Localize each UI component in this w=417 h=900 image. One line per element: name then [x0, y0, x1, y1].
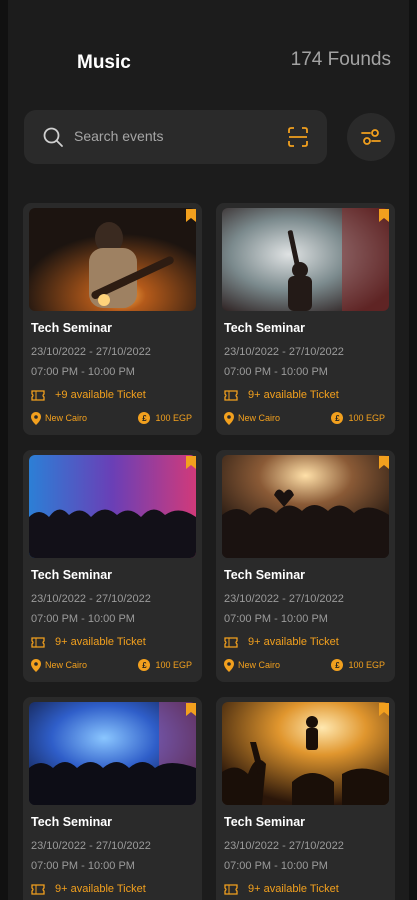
event-location: New Cairo — [224, 658, 280, 672]
event-image — [222, 702, 389, 805]
ticket-icon — [224, 636, 238, 648]
ticket-availability: 9+ available Ticket — [31, 881, 146, 897]
event-title: Tech Seminar — [224, 321, 306, 335]
page-title: Music — [77, 52, 131, 73]
event-card[interactable]: Tech Seminar 23/10/2022 - 27/10/2022 07:… — [23, 203, 202, 435]
location-pin-icon — [224, 658, 234, 672]
location-pin-icon — [31, 411, 41, 425]
price-text: 100 EGP — [348, 660, 385, 670]
filter-icon — [361, 129, 381, 145]
event-location: New Cairo — [31, 411, 87, 425]
bookmark-icon[interactable] — [186, 703, 196, 716]
price-text: 100 EGP — [348, 413, 385, 423]
ticket-text: 9+ available Ticket — [248, 389, 339, 401]
event-card[interactable]: Tech Seminar 23/10/2022 - 27/10/2022 07:… — [216, 697, 395, 900]
event-title: Tech Seminar — [224, 815, 306, 829]
screen-edge-right — [409, 0, 417, 900]
location-pin-icon — [31, 658, 41, 672]
event-title: Tech Seminar — [224, 568, 306, 582]
location-text: New Cairo — [45, 660, 88, 670]
bookmark-icon[interactable] — [379, 456, 389, 469]
ticket-availability: 9+ available Ticket — [224, 634, 339, 650]
event-title: Tech Seminar — [31, 568, 113, 582]
ticket-availability: 9+ available Ticket — [224, 387, 339, 403]
event-title: Tech Seminar — [31, 321, 113, 335]
event-times: 07:00 PM - 10:00 PM — [224, 860, 328, 872]
event-dates: 23/10/2022 - 27/10/2022 — [31, 840, 151, 852]
header: Music 174 Founds — [0, 40, 417, 80]
event-times: 07:00 PM - 10:00 PM — [31, 366, 135, 378]
event-image — [222, 208, 389, 311]
location-text: New Cairo — [238, 660, 281, 670]
currency-icon: £ — [331, 412, 344, 424]
event-image — [29, 702, 196, 805]
location-pin-icon — [224, 411, 234, 425]
event-card[interactable]: Tech Seminar 23/10/2022 - 27/10/2022 07:… — [23, 450, 202, 682]
search-icon — [43, 127, 63, 147]
ticket-icon — [31, 883, 45, 895]
event-dates: 23/10/2022 - 27/10/2022 — [31, 346, 151, 358]
event-image — [222, 455, 389, 558]
ticket-icon — [31, 389, 45, 401]
event-dates: 23/10/2022 - 27/10/2022 — [224, 346, 344, 358]
ticket-text: 9+ available Ticket — [248, 883, 339, 895]
event-card[interactable]: Tech Seminar 23/10/2022 - 27/10/2022 07:… — [216, 203, 395, 435]
ticket-availability: 9+ available Ticket — [224, 881, 339, 897]
event-title: Tech Seminar — [31, 815, 113, 829]
event-times: 07:00 PM - 10:00 PM — [31, 613, 135, 625]
location-text: New Cairo — [238, 413, 281, 423]
price-text: 100 EGP — [155, 660, 192, 670]
ticket-text: 9+ available Ticket — [248, 636, 339, 648]
event-image — [29, 208, 196, 311]
ticket-icon — [224, 389, 238, 401]
currency-icon: £ — [331, 659, 344, 671]
currency-icon: £ — [138, 412, 151, 424]
event-location: New Cairo — [31, 658, 87, 672]
event-dates: 23/10/2022 - 27/10/2022 — [31, 593, 151, 605]
ticket-icon — [224, 883, 238, 895]
event-times: 07:00 PM - 10:00 PM — [31, 860, 135, 872]
ticket-text: 9+ available Ticket — [55, 883, 146, 895]
event-price: £ 100 EGP — [138, 658, 192, 672]
bookmark-icon[interactable] — [379, 209, 389, 222]
bookmark-icon[interactable] — [379, 703, 389, 716]
results-count: 174 Founds — [290, 49, 391, 70]
bookmark-icon[interactable] — [186, 209, 196, 222]
event-dates: 23/10/2022 - 27/10/2022 — [224, 840, 344, 852]
bookmark-icon[interactable] — [186, 456, 196, 469]
price-text: 100 EGP — [155, 413, 192, 423]
event-price: £ 100 EGP — [331, 411, 385, 425]
event-price: £ 100 EGP — [331, 658, 385, 672]
search-bar[interactable]: Search events — [24, 110, 327, 164]
ticket-availability: +9 available Ticket — [31, 387, 146, 403]
event-image — [29, 455, 196, 558]
ticket-availability: 9+ available Ticket — [31, 634, 146, 650]
events-screen: Music 174 Founds Search events Tech Semi… — [0, 0, 417, 900]
event-card[interactable]: Tech Seminar 23/10/2022 - 27/10/2022 07:… — [216, 450, 395, 682]
scan-icon[interactable] — [287, 126, 309, 148]
search-input[interactable]: Search events — [74, 128, 164, 144]
event-times: 07:00 PM - 10:00 PM — [224, 366, 328, 378]
event-price: £ 100 EGP — [138, 411, 192, 425]
location-text: New Cairo — [45, 413, 88, 423]
event-card[interactable]: Tech Seminar 23/10/2022 - 27/10/2022 07:… — [23, 697, 202, 900]
event-times: 07:00 PM - 10:00 PM — [224, 613, 328, 625]
filter-button[interactable] — [347, 113, 395, 161]
currency-icon: £ — [138, 659, 151, 671]
ticket-text: 9+ available Ticket — [55, 636, 146, 648]
event-dates: 23/10/2022 - 27/10/2022 — [224, 593, 344, 605]
ticket-icon — [31, 636, 45, 648]
event-location: New Cairo — [224, 411, 280, 425]
ticket-text: +9 available Ticket — [55, 389, 146, 401]
screen-edge-left — [0, 0, 8, 900]
